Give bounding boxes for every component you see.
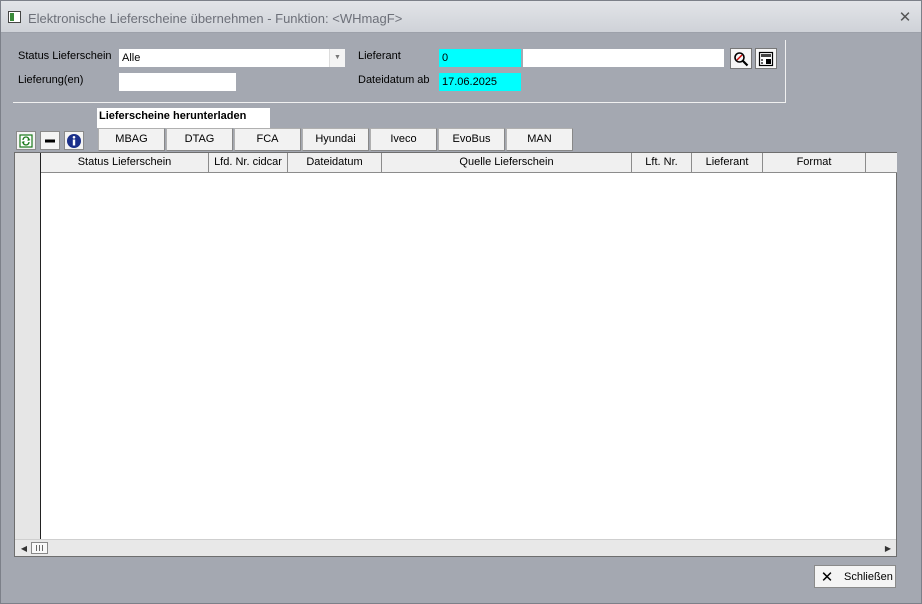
lieferant-search-button[interactable] xyxy=(730,48,752,69)
manufacturer-button-man[interactable]: MAN xyxy=(506,128,573,151)
column-header-dateidatum[interactable]: Dateidatum xyxy=(288,153,382,173)
info-button[interactable] xyxy=(64,131,84,150)
manufacturer-button-hyundai[interactable]: Hyundai xyxy=(302,128,369,151)
lieferant-code-input[interactable]: 0 xyxy=(439,49,521,67)
column-header-lfd-nr-cidcar[interactable]: Lfd. Nr. cidcar xyxy=(209,153,288,173)
dateidatum-input[interactable]: 17.06.2025 xyxy=(439,73,521,91)
lieferungen-input[interactable] xyxy=(119,73,236,91)
manufacturer-button-iveco[interactable]: Iveco xyxy=(370,128,437,151)
close-x-icon: ✕ xyxy=(820,568,834,586)
lieferungen-label: Lieferung(en) xyxy=(18,74,84,86)
minus-icon xyxy=(45,139,55,142)
title-bar: Elektronische Lieferscheine übernehmen -… xyxy=(1,1,921,33)
scrollbar-thumb[interactable] xyxy=(31,542,48,554)
manufacturer-button-evobus[interactable]: EvoBus xyxy=(438,128,505,151)
calculator-button[interactable] xyxy=(755,48,777,69)
column-header-status-lieferschein[interactable]: Status Lieferschein xyxy=(41,153,209,173)
refresh-icon xyxy=(19,133,33,148)
tab-lieferscheine-herunterladen[interactable]: Lieferscheine herunterladen xyxy=(97,108,270,128)
scroll-right-icon[interactable]: ▶ xyxy=(881,540,895,557)
schliessen-button[interactable]: ✕ Schließen xyxy=(814,565,896,588)
info-icon xyxy=(67,133,81,148)
column-header-lft-nr[interactable]: Lft. Nr. xyxy=(632,153,692,173)
column-header-quelle-lieferschein[interactable]: Quelle Lieferschein xyxy=(382,153,632,173)
app-window-icon xyxy=(8,11,21,23)
schliessen-label: Schließen xyxy=(844,571,893,583)
window-title: Elektronische Lieferscheine übernehmen -… xyxy=(28,11,403,26)
chevron-down-icon[interactable]: ▼ xyxy=(329,49,345,67)
dateidatum-label: Dateidatum ab xyxy=(358,74,430,86)
lieferscheine-grid[interactable]: Status Lieferschein Lfd. Nr. cidcar Date… xyxy=(14,152,897,557)
status-lieferschein-value: Alle xyxy=(122,52,141,64)
grid-header-row: Status Lieferschein Lfd. Nr. cidcar Date… xyxy=(41,153,897,173)
lieferant-label: Lieferant xyxy=(358,50,401,62)
row-header-column xyxy=(15,153,41,539)
application-window: Elektronische Lieferscheine übernehmen -… xyxy=(0,0,922,604)
column-header-lieferant[interactable]: Lieferant xyxy=(692,153,763,173)
lieferant-name-input[interactable] xyxy=(523,49,724,67)
remove-button[interactable] xyxy=(40,131,60,150)
manufacturer-button-fca[interactable]: FCA xyxy=(234,128,301,151)
status-lieferschein-label: Status Lieferschein xyxy=(18,50,112,62)
scroll-left-icon[interactable]: ◀ xyxy=(17,540,31,557)
manufacturer-button-dtag[interactable]: DTAG xyxy=(166,128,233,151)
window-close-icon[interactable]: ✕ xyxy=(897,9,913,25)
status-lieferschein-select[interactable]: Alle ▼ xyxy=(119,49,345,67)
refresh-button[interactable] xyxy=(16,131,36,150)
calculator-icon xyxy=(758,51,774,66)
horizontal-scrollbar[interactable]: ◀ ▶ xyxy=(15,539,896,556)
search-magnifier-icon xyxy=(734,51,749,66)
manufacturer-button-mbag[interactable]: MBAG xyxy=(98,128,165,151)
column-header-format[interactable]: Format xyxy=(763,153,866,173)
